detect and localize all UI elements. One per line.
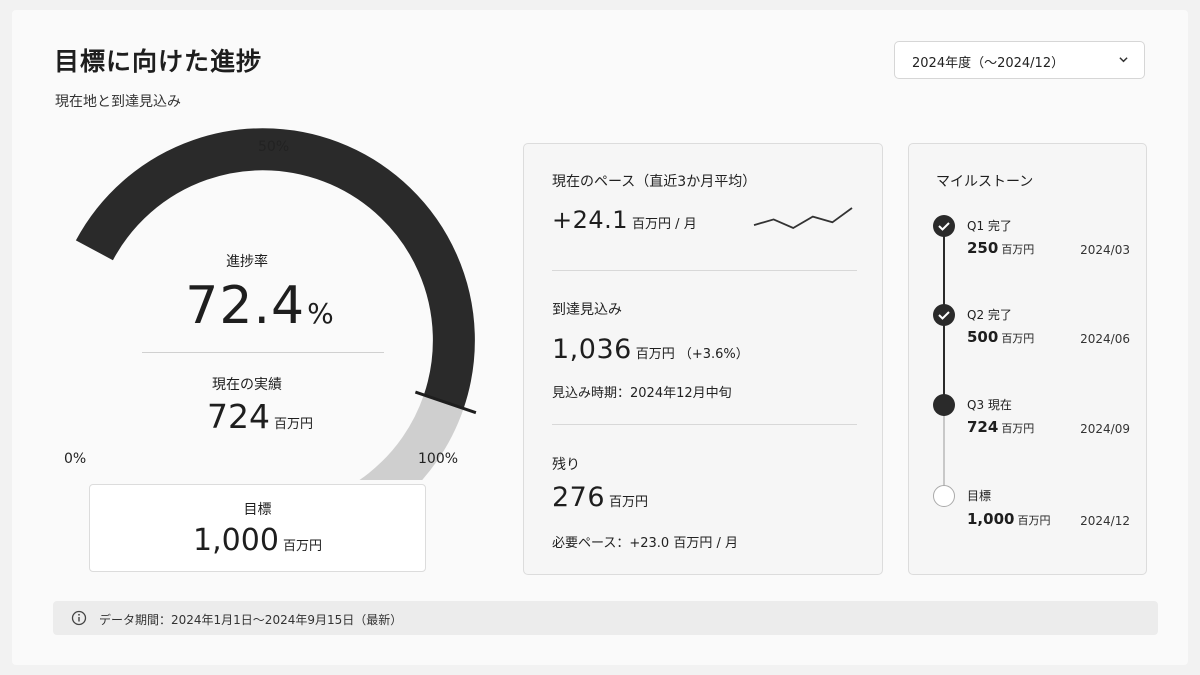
milestone-name: Q1 完了 bbox=[967, 219, 1012, 233]
chevron-down-icon bbox=[1119, 57, 1128, 63]
period-select[interactable]: 2024年度（〜2024/12） bbox=[894, 41, 1145, 79]
progress-rate-value: 72.4% bbox=[160, 276, 360, 336]
data-period-bar: データ期間：2024年1月1日〜2024年9月15日（最新） bbox=[53, 601, 1158, 635]
milestone-number: 500 bbox=[967, 328, 999, 346]
gauge-tick-50: 50% bbox=[258, 139, 290, 155]
current-dot-icon bbox=[933, 394, 955, 416]
target-value: 1,000 百万円 bbox=[90, 523, 425, 558]
milestone-date: 2024/03 bbox=[1080, 243, 1130, 257]
forecast-label: 到達見込み bbox=[552, 302, 622, 318]
check-icon bbox=[933, 304, 955, 326]
gauge-tick-0: 0% bbox=[64, 451, 87, 467]
actual-value: 724 百万円 bbox=[160, 397, 360, 436]
forecast-card: 現在のペース（直近3か月平均） +24.1 百万円 / 月 到達見込み 1,036… bbox=[523, 143, 883, 575]
pace-unit: 百万円 / 月 bbox=[632, 217, 697, 232]
pace-sparkline bbox=[753, 207, 853, 230]
period-select-value: 2024年度（〜2024/12） bbox=[912, 56, 1065, 71]
progress-rate-number: 72.4 bbox=[185, 276, 306, 336]
forecast-note: 見込み時期：2024年12月中旬 bbox=[552, 386, 732, 401]
milestone-unit: 百万円 bbox=[1001, 243, 1035, 256]
progress-rate-unit: % bbox=[307, 297, 335, 330]
target-number: 1,000 bbox=[193, 523, 279, 558]
milestone-number: 250 bbox=[967, 239, 999, 257]
forecast-value-row: 1,036 百万円 （+3.6%） bbox=[552, 334, 749, 365]
remaining-note: 必要ペース：+23.0 百万円 / 月 bbox=[552, 536, 738, 551]
target-label: 目標 bbox=[243, 502, 272, 518]
gauge-divider bbox=[142, 352, 384, 353]
milestones-card: マイルストーン Q1 完了 250 百万円 2024/03 Q2 完了 500 百万… bbox=[908, 143, 1147, 575]
forecast-change: （+3.6%） bbox=[678, 347, 749, 362]
milestone-value: 250 百万円 bbox=[967, 239, 1034, 257]
milestone-unit: 百万円 bbox=[1001, 422, 1035, 435]
milestone-value: 500 百万円 bbox=[967, 328, 1034, 346]
sparkline-line bbox=[753, 207, 853, 230]
pace-value: +24.1 bbox=[552, 206, 629, 234]
actual-label: 現在の実績 bbox=[212, 377, 282, 393]
milestone-value: 1,000 百万円 bbox=[967, 510, 1050, 528]
target-unit: 百万円 bbox=[282, 539, 322, 554]
milestone-number: 724 bbox=[967, 418, 999, 436]
milestone-value: 724 百万円 bbox=[967, 418, 1034, 436]
gauge-tick-100: 100% bbox=[418, 451, 459, 467]
milestone-name: Q3 現在 bbox=[967, 398, 1012, 412]
remaining-unit: 百万円 bbox=[609, 495, 649, 510]
forecast-value: 1,036 bbox=[552, 334, 632, 365]
actual-number: 724 bbox=[206, 397, 270, 436]
milestone-name: 目標 bbox=[967, 489, 992, 503]
milestone-unit: 百万円 bbox=[1001, 332, 1035, 345]
empty-circle-icon bbox=[933, 485, 955, 507]
pace-label: 現在のペース（直近3か月平均） bbox=[552, 174, 757, 190]
pace-value-row: +24.1 百万円 / 月 bbox=[552, 206, 697, 234]
remaining-value-row: 276 百万円 bbox=[552, 482, 648, 513]
section-divider bbox=[552, 424, 857, 425]
milestones-title: マイルストーン bbox=[936, 174, 1034, 190]
remaining-label: 残り bbox=[552, 457, 580, 473]
check-icon bbox=[933, 215, 955, 237]
milestone-number: 1,000 bbox=[967, 510, 1015, 528]
progress-rate-label: 進捗率 bbox=[226, 254, 268, 270]
data-period-text: データ期間：2024年1月1日〜2024年9月15日（最新） bbox=[99, 613, 403, 627]
actual-unit: 百万円 bbox=[273, 417, 313, 432]
section-divider bbox=[552, 270, 857, 271]
milestone-date: 2024/12 bbox=[1080, 514, 1130, 528]
forecast-unit: 百万円 bbox=[635, 347, 675, 362]
target-card: 目標 1,000 百万円 bbox=[89, 484, 426, 572]
milestone-date: 2024/09 bbox=[1080, 422, 1130, 436]
milestone-date: 2024/06 bbox=[1080, 332, 1130, 346]
milestone-unit: 百万円 bbox=[1017, 514, 1051, 527]
milestone-name: Q2 完了 bbox=[967, 308, 1012, 322]
info-icon bbox=[71, 610, 87, 626]
remaining-value: 276 bbox=[552, 482, 606, 513]
